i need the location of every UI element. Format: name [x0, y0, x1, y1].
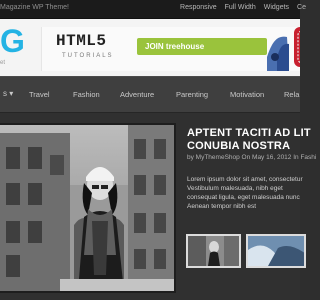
excerpt-line: Aenean tempor nibh est	[187, 203, 257, 210]
join-treehouse-button[interactable]: JOIN treehouse	[137, 38, 267, 55]
thumbnail-image	[188, 236, 239, 266]
nav-item-adventure[interactable]: Adventure	[120, 90, 154, 99]
ad-subtitle: TUTORIALS	[62, 53, 114, 59]
ad-button-brand: treehouse	[165, 42, 205, 51]
header-ad-banner[interactable]: HTML5 TUTORIALS JOIN treehouse ios	[41, 27, 300, 71]
nav-item-parenting[interactable]: Parenting	[176, 90, 208, 99]
nav-item-motivation[interactable]: Motivation	[230, 90, 264, 99]
site-tagline: Magazine WP Theme!	[0, 4, 69, 11]
ad-title: HTML5	[56, 32, 107, 50]
excerpt-line: Vestibulum malesuada, nibh eget	[187, 185, 283, 192]
nav-item-travel[interactable]: Travel	[29, 90, 50, 99]
site-logo[interactable]: G	[0, 25, 25, 57]
post-title-line-1[interactable]: APTENT TACITI AD LIT	[187, 127, 320, 140]
post-title-line-2[interactable]: CONUBIA NOSTRA	[187, 140, 320, 153]
top-bar: Magazine WP Theme! Responsive Full Width…	[0, 0, 306, 19]
nav-chevron-icon[interactable]: s ▾	[3, 89, 13, 98]
slider-thumbnail-1[interactable]	[186, 234, 241, 268]
top-link-responsive[interactable]: Responsive	[180, 4, 217, 11]
ad-decoration-graphic: ios	[267, 27, 300, 71]
featured-image[interactable]	[0, 125, 174, 291]
slider-thumbnail-2[interactable]	[246, 234, 306, 268]
post-meta: by MyThemeShop On May 16, 2012 In Fashi	[187, 154, 317, 161]
site-header: G et HTML5 TUTORIALS JOIN treehouse ios	[0, 19, 300, 76]
post-excerpt: Lorem ipsum dolor sit amet, consectetur …	[187, 175, 317, 211]
logo-subtitle: et	[0, 60, 6, 66]
nav-item-fashion[interactable]: Fashion	[73, 90, 100, 99]
excerpt-line: consequat ligula, eget malesuada nunc	[187, 194, 300, 201]
post-title[interactable]: APTENT TACITI AD LIT CONUBIA NOSTRA	[187, 127, 320, 153]
excerpt-line: Lorem ipsum dolor sit amet, consectetur	[187, 176, 303, 183]
top-link-widgets[interactable]: Widgets	[264, 4, 289, 11]
nav-item-partial[interactable]: Rela	[284, 90, 299, 99]
top-link-partial[interactable]: Ce	[297, 4, 306, 11]
thumbnail-image	[248, 236, 304, 266]
top-links: Responsive Full Width Widgets Ce	[180, 4, 306, 11]
main-content: APTENT TACITI AD LIT CONUBIA NOSTRA by M…	[0, 113, 316, 300]
main-nav: s ▾ Travel Fashion Adventure Parenting M…	[0, 76, 300, 113]
featured-slider[interactable]	[0, 123, 176, 293]
top-link-full-width[interactable]: Full Width	[225, 4, 256, 11]
ad-button-prefix: JOIN	[145, 42, 166, 51]
